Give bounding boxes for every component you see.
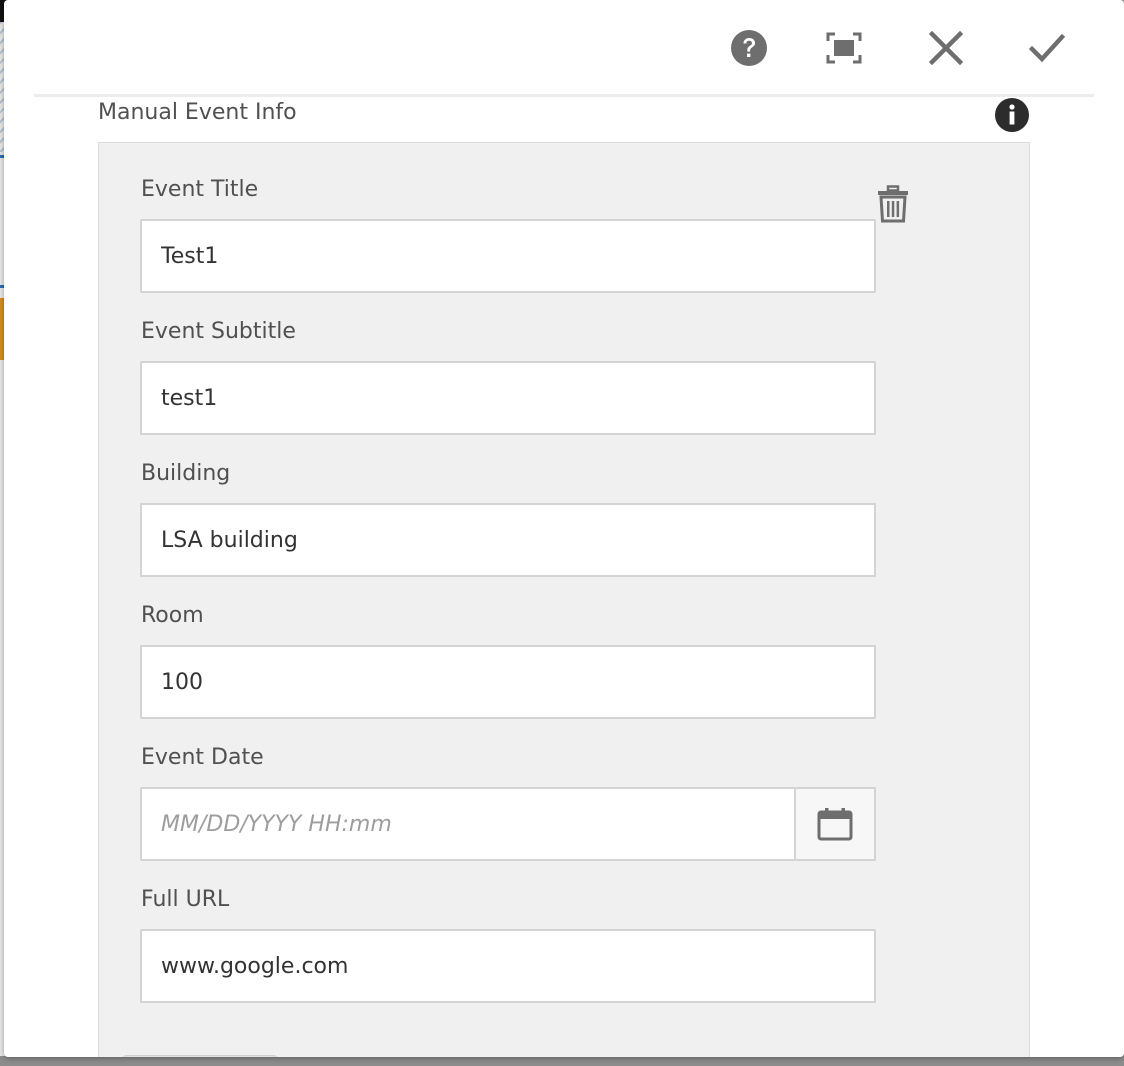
room-input[interactable] xyxy=(140,645,876,719)
edit-dialog: Manual Event Info Event Title Event Subt… xyxy=(4,0,1124,1057)
event-date-picker xyxy=(140,787,876,861)
close-icon xyxy=(929,31,963,65)
checkmark-icon xyxy=(1029,33,1065,63)
calendar-icon xyxy=(817,808,853,841)
event-subtitle-label: Event Subtitle xyxy=(141,319,296,344)
add-button[interactable] xyxy=(123,1055,277,1057)
fullscreen-button[interactable] xyxy=(824,28,864,68)
building-label: Building xyxy=(141,461,231,486)
delete-item-button[interactable] xyxy=(877,185,913,223)
dialog-toolbar xyxy=(4,0,1124,96)
info-button[interactable] xyxy=(994,97,1030,133)
event-subtitle-input[interactable] xyxy=(140,361,876,435)
event-title-input[interactable] xyxy=(140,219,876,293)
event-title-label: Event Title xyxy=(141,177,259,202)
help-circle-icon xyxy=(731,30,767,66)
event-date-input[interactable] xyxy=(142,789,794,859)
calendar-button[interactable] xyxy=(794,789,874,859)
toolbar-divider xyxy=(34,94,1094,97)
full-url-label: Full URL xyxy=(141,887,230,912)
room-label: Room xyxy=(141,603,204,628)
building-input[interactable] xyxy=(140,503,876,577)
info-circle-icon xyxy=(995,98,1029,132)
close-button[interactable] xyxy=(926,28,966,68)
full-url-input[interactable] xyxy=(140,929,876,1003)
background-app-footer xyxy=(0,1056,1124,1066)
trash-icon xyxy=(878,185,908,223)
event-panel: Event Title Event Subtitle Building Room… xyxy=(98,142,1030,1057)
help-button[interactable] xyxy=(729,28,769,68)
fullscreen-icon xyxy=(826,32,862,64)
event-date-label: Event Date xyxy=(141,745,264,770)
section-title: Manual Event Info xyxy=(98,100,297,125)
confirm-button[interactable] xyxy=(1027,28,1067,68)
